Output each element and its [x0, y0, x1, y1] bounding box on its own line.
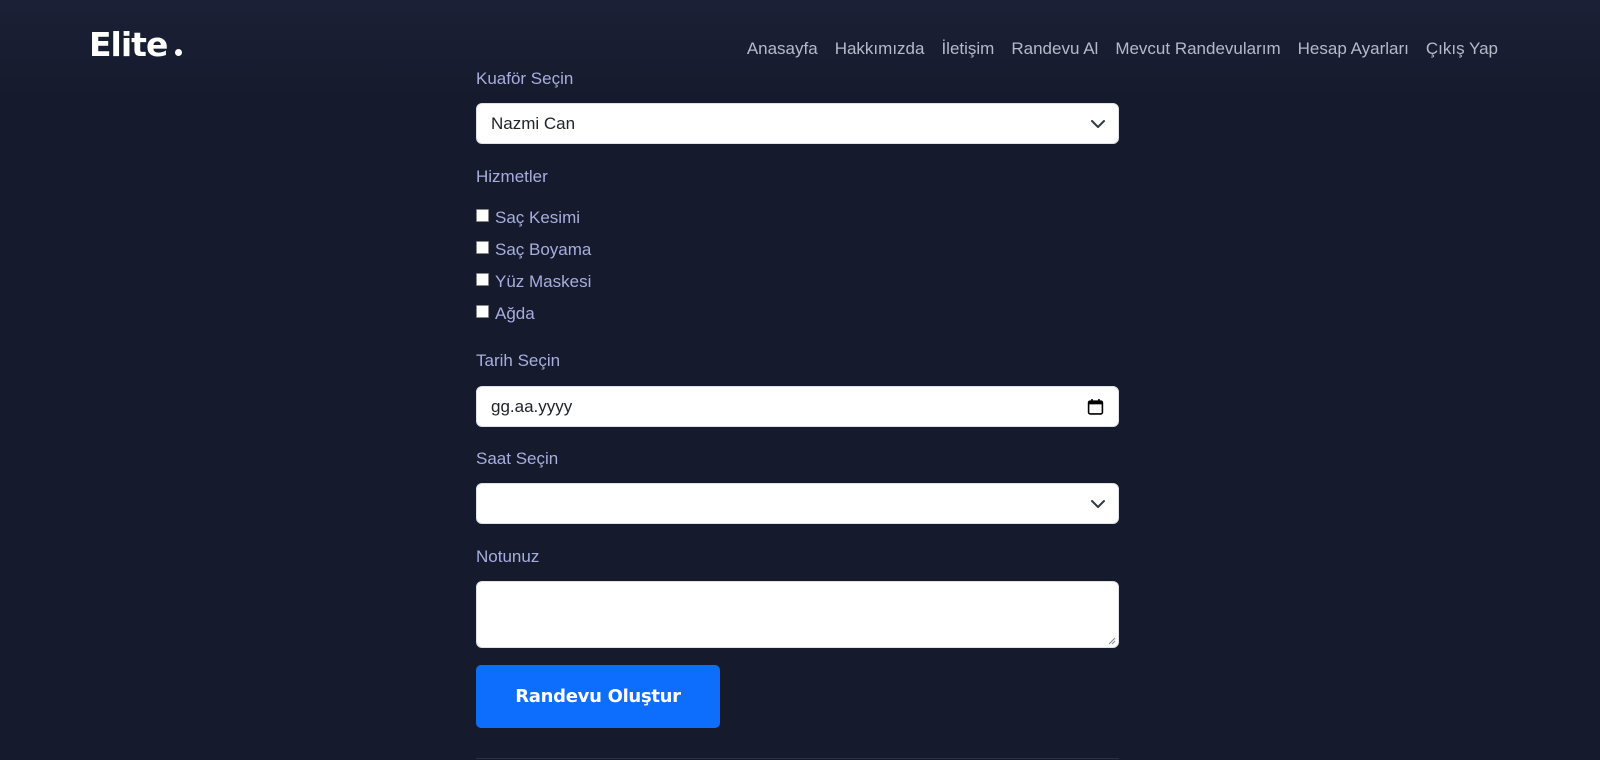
- barber-select[interactable]: Nazmi Can: [476, 103, 1119, 144]
- logo-dot: [175, 49, 183, 56]
- note-label: Notunuz: [476, 547, 540, 566]
- nav-link-my-appointments[interactable]: Mevcut Randevularım: [1115, 37, 1280, 61]
- service-option[interactable]: Ağda: [476, 303, 535, 325]
- service-option[interactable]: Saç Boyama: [476, 239, 591, 261]
- service-option[interactable]: Yüz Maskesi: [476, 271, 591, 293]
- date-label: Tarih Seçin: [476, 351, 561, 370]
- service-checkbox[interactable]: [476, 208, 489, 222]
- time-select[interactable]: [476, 483, 1119, 524]
- resize-handle-icon[interactable]: [1108, 637, 1116, 645]
- nav-link-logout[interactable]: Çıkış Yap: [1426, 37, 1498, 61]
- service-checkbox[interactable]: [476, 304, 489, 318]
- service-label: Yüz Maskesi: [495, 272, 592, 291]
- logo[interactable]: Elite: [89, 25, 183, 65]
- services-label: Hizmetler: [476, 167, 548, 186]
- date-input-placeholder: gg.aa.yyyy: [491, 397, 573, 416]
- time-label: Saat Seçin: [476, 449, 559, 468]
- service-checkbox[interactable]: [476, 240, 489, 254]
- barber-select-value: Nazmi Can: [491, 114, 576, 133]
- note-textarea[interactable]: [476, 581, 1119, 648]
- logo-text: Elite: [89, 25, 168, 64]
- service-label: Ağda: [495, 304, 535, 323]
- nav-link-book-appointment[interactable]: Randevu Al: [1011, 37, 1098, 61]
- create-appointment-button[interactable]: Randevu Oluştur: [476, 665, 720, 728]
- nav-link-contact[interactable]: İletişim: [941, 37, 994, 61]
- calendar-icon[interactable]: [1087, 398, 1104, 416]
- nav-link-about[interactable]: Hakkımızda: [835, 37, 925, 61]
- service-label: Saç Boyama: [495, 240, 592, 259]
- chevron-down-icon: [1091, 120, 1105, 128]
- chevron-down-icon: [1091, 500, 1105, 508]
- main-nav: Anasayfa Hakkımızda İletişim Randevu Al …: [747, 37, 1498, 61]
- nav-link-account-settings[interactable]: Hesap Ayarları: [1298, 37, 1409, 61]
- service-option[interactable]: Saç Kesimi: [476, 207, 580, 229]
- barber-label: Kuaför Seçin: [476, 69, 574, 88]
- service-label: Saç Kesimi: [495, 208, 581, 227]
- date-input[interactable]: gg.aa.yyyy: [476, 386, 1119, 427]
- nav-link-home[interactable]: Anasayfa: [747, 37, 818, 61]
- service-checkbox[interactable]: [476, 272, 489, 286]
- divider: [476, 758, 1119, 759]
- header: Elite Anasayfa Hakkımızda İletişim Rande…: [0, 0, 1600, 100]
